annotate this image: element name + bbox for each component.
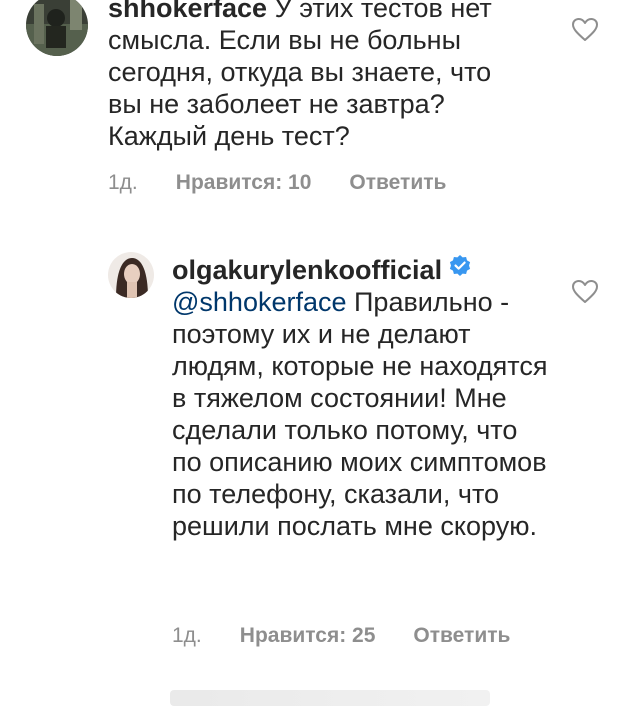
comment-2-body: @shhokerface Правильно - поэтому их и не…: [172, 286, 552, 542]
comment-2-reply-button[interactable]: Ответить: [413, 624, 510, 647]
comment-1-like-heart-icon[interactable]: [572, 18, 598, 42]
verified-badge-icon: [448, 253, 472, 285]
comment-2-meta: 1д. Нравится: 25 Ответить: [172, 624, 548, 648]
comment-1-likes[interactable]: Нравится: 10: [176, 171, 312, 194]
comment-2-likes[interactable]: Нравится: 25: [240, 624, 376, 647]
comment-2-like-heart-icon[interactable]: [572, 280, 598, 304]
comment-2-mention-link[interactable]: @shhokerface: [172, 287, 347, 317]
comment-1-body: shhokerface У этих тестов нет смысла. Ес…: [108, 0, 528, 152]
comment-1-time: 1д.: [108, 171, 138, 194]
comment-2-header: olgakurylenkoofficial: [172, 254, 572, 288]
comment-2-text: Правильно - поэтому их и не делают людям…: [172, 287, 548, 541]
comment-2-time: 1д.: [172, 624, 202, 647]
avatar-shhokerface[interactable]: [26, 0, 88, 56]
avatar-olgakurylenkoofficial[interactable]: [108, 252, 154, 298]
comment-2-username[interactable]: olgakurylenkoofficial: [172, 255, 442, 285]
next-comment-cutoff: [170, 690, 490, 706]
comment-1-reply-button[interactable]: Ответить: [349, 171, 446, 194]
comment-1-username[interactable]: shhokerface: [108, 0, 267, 23]
comment-1-meta: 1д. Нравится: 10 Ответить: [108, 171, 484, 195]
